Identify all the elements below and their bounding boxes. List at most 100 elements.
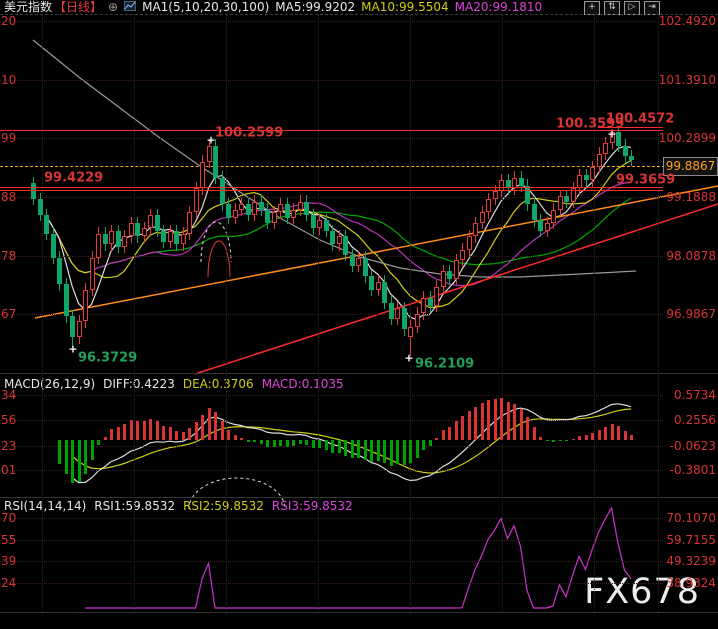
candle-wick	[410, 320, 411, 356]
candle-body	[317, 220, 322, 229]
macd-histogram-bar	[175, 430, 178, 440]
macd-histogram-bar	[84, 440, 87, 474]
macd-histogram-bar	[513, 403, 516, 440]
macd-histogram-bar	[350, 440, 354, 459]
macd-histogram-bar	[272, 440, 276, 448]
candle-body	[583, 175, 589, 181]
price-axis-label-left-2: 99	[1, 131, 17, 145]
candle-body	[89, 257, 95, 290]
candle-body	[291, 209, 296, 218]
macd-histogram-bar	[506, 401, 510, 440]
macd-histogram-bar	[214, 411, 217, 440]
vertical-gridline-4	[410, 14, 411, 612]
candle-body	[557, 196, 563, 210]
zoom-fit-icon[interactable]: ⇅	[604, 1, 620, 15]
candle-body	[427, 297, 433, 306]
macd-gridline-1	[0, 420, 663, 421]
candle-body	[492, 191, 498, 199]
candle-body	[395, 308, 400, 319]
macd-histogram-bar	[604, 426, 607, 440]
candle-body	[434, 286, 439, 306]
candle-body	[310, 214, 316, 229]
price-pane[interactable]	[0, 14, 718, 374]
candle-body	[200, 161, 205, 189]
macd-histogram-bar	[259, 440, 263, 444]
candle-body	[466, 236, 472, 250]
candle-body	[531, 204, 537, 221]
play-forward-icon[interactable]: ▷	[624, 1, 640, 15]
macd-histogram-bar	[422, 440, 425, 451]
candle-body	[408, 326, 413, 338]
macd-histogram-bar	[240, 437, 243, 440]
candle-body	[460, 249, 465, 261]
macd-histogram-bar	[331, 440, 334, 454]
macd-axis-label-left-0: 34	[1, 388, 17, 402]
macd-histogram-bar	[435, 438, 438, 440]
rsi-gridline-2	[0, 561, 663, 562]
macd-histogram-bar	[571, 438, 575, 440]
macd-histogram-bar	[519, 408, 523, 440]
vertical-gridline-1	[134, 14, 135, 612]
step-out-icon[interactable]: ⇥	[644, 1, 660, 15]
vertical-gridline-5	[502, 14, 503, 612]
ma10-value: MA10:99.5504	[361, 0, 449, 14]
candle-body	[187, 212, 192, 234]
candle-body	[297, 201, 303, 210]
rsi2-value: RSI2:59.8532	[183, 499, 264, 513]
macd-histogram-bar	[448, 426, 451, 440]
macd-histogram-bar	[337, 440, 341, 453]
vertical-gridline-6	[594, 14, 595, 612]
crosshair-icon[interactable]: +	[584, 1, 600, 15]
macd-histogram-bar	[194, 422, 198, 440]
macd-histogram-bar	[162, 425, 165, 440]
macd-histogram-bar	[97, 440, 100, 446]
candle-body	[70, 316, 75, 338]
candle-body	[213, 145, 218, 178]
candle-body	[232, 209, 238, 218]
candle-body	[349, 254, 355, 266]
price-axis-label-0: 102.4920	[658, 14, 716, 28]
rsi3-value: RSI3:59.8532	[271, 499, 353, 513]
symbol-name: 美元指数	[4, 0, 53, 14]
macd-histogram-bar	[415, 440, 419, 458]
rsi-axis-label-3: 38.9324	[666, 576, 716, 590]
current-price-line	[0, 166, 665, 167]
price-annotation-3: 99.4229	[44, 170, 104, 186]
rsi-gridline-1	[0, 540, 663, 541]
plus-circle-icon[interactable]: ⊕	[108, 0, 118, 14]
candle-body	[154, 214, 160, 231]
macd-histogram-bar	[441, 430, 445, 440]
macd-histogram-bar	[116, 427, 120, 440]
rsi-axis-label-0: 70.1070	[666, 511, 716, 525]
candle-body	[239, 204, 244, 210]
macd-histogram-bar	[253, 440, 256, 442]
candle-body	[538, 220, 543, 231]
candle-body	[375, 281, 381, 290]
candle-body	[265, 209, 270, 223]
macd-histogram-bar	[298, 440, 302, 445]
candle-body	[174, 230, 179, 245]
macd-histogram-bar	[279, 440, 282, 446]
candle-body	[629, 156, 634, 160]
candle-body	[83, 289, 88, 322]
candle-body	[590, 167, 595, 181]
macd-axis-label-1: 0.2556	[674, 413, 716, 427]
candle-body	[622, 145, 628, 157]
rsi-title: RSI(14,14,14)	[4, 499, 87, 513]
candle-body	[102, 233, 108, 245]
price-axis-label-2: 100.2899	[658, 131, 716, 145]
marker-cross-0: +	[68, 342, 78, 356]
price-axis-label-3: 99.1888	[666, 190, 716, 204]
candle-body	[57, 257, 62, 285]
marker-cross-2: +	[404, 351, 414, 365]
macd-histogram-bar	[623, 430, 627, 440]
macd-histogram-bar	[344, 440, 347, 456]
rsi-axis-label-left-2: 39	[1, 554, 17, 568]
macd-histogram-bar	[597, 429, 601, 440]
price-annotation-0: 100.2599	[215, 125, 284, 141]
price-annotation-2: 100.4572	[606, 111, 675, 127]
vertical-gridline-7	[658, 14, 659, 612]
macd-histogram-bar	[487, 400, 490, 440]
price-annotation-4: 99.3659	[616, 172, 676, 188]
macd-histogram-bar	[77, 440, 81, 483]
